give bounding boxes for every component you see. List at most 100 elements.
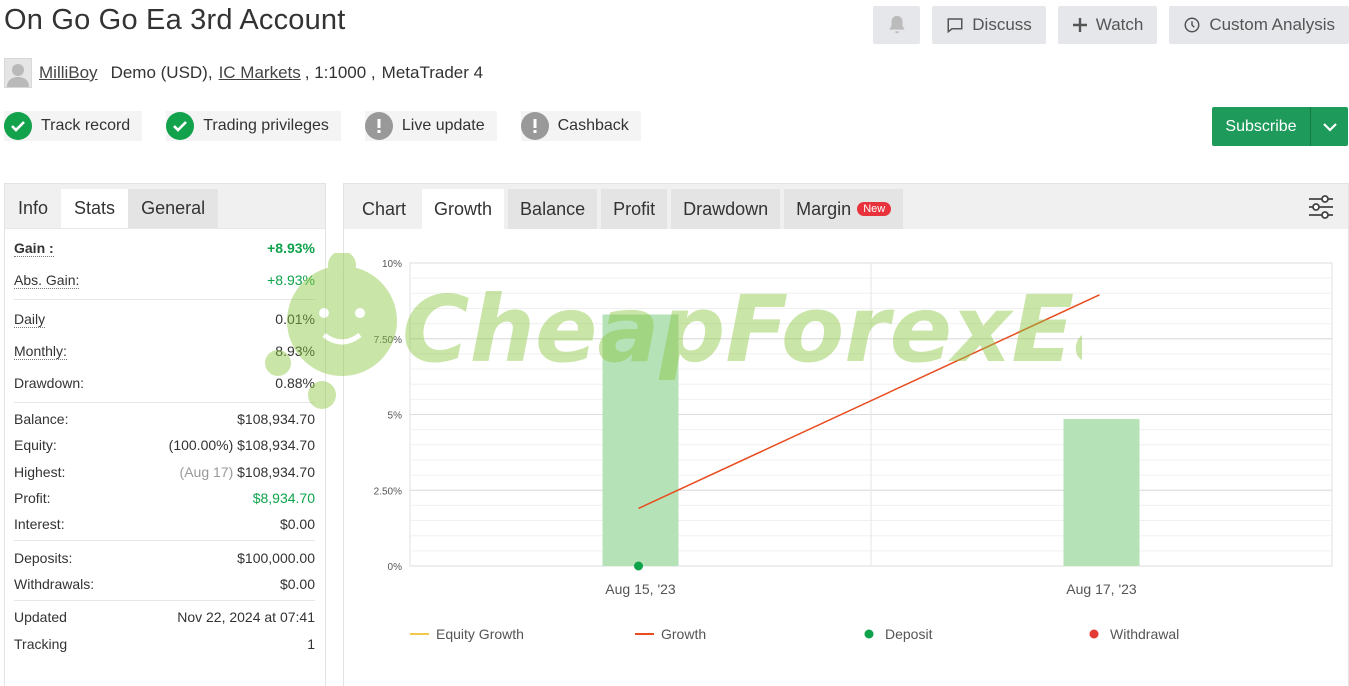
badge-live-update[interactable]: Live update — [364, 111, 497, 141]
chevron-down-icon[interactable] — [1310, 107, 1348, 146]
stat-row: Equity: (100.00%) $108,934.70 — [14, 432, 315, 458]
gain-label[interactable]: Gain : — [14, 240, 54, 257]
notify-button[interactable] — [873, 6, 921, 44]
deposits-label: Deposits: — [14, 549, 73, 566]
badge-label: Track record — [41, 117, 131, 134]
deposits-value: $100,000.00 — [237, 549, 315, 566]
leverage: , 1:1000 , — [304, 63, 376, 82]
highest-label: Highest: — [14, 463, 66, 480]
rate-group: Daily 0.01% Monthly: 8.93% Drawdown: 0.8… — [14, 300, 315, 403]
stat-row: Profit: $8,934.70 — [14, 485, 315, 511]
tab-margin[interactable]: Margin New — [784, 189, 904, 229]
badge-cashback[interactable]: Cashback — [520, 111, 641, 141]
tab-general[interactable]: General — [128, 189, 219, 228]
stats-panel: Info Stats General Gain : +8.93% Abs. Ga… — [4, 183, 326, 686]
stat-row: Monthly: 8.93% — [14, 335, 315, 367]
tab-profit[interactable]: Profit — [601, 189, 668, 229]
margin-label: Margin — [796, 198, 852, 219]
daily-label[interactable]: Daily — [14, 311, 46, 328]
custom-analysis-button[interactable]: Custom Analysis — [1169, 6, 1349, 44]
monthly-label[interactable]: Monthly: — [14, 343, 67, 360]
custom-analysis-label: Custom Analysis — [1209, 15, 1335, 34]
avatar[interactable] — [4, 58, 32, 88]
chart-tabs: Chart Growth Balance Profit Drawdown Mar… — [344, 184, 1348, 229]
highest-date: (Aug 17) — [179, 463, 234, 480]
deposit-group: Deposits: $100,000.00 Withdrawals: $0.00 — [14, 541, 315, 602]
bar — [1063, 419, 1140, 566]
legend-dot — [1089, 629, 1099, 639]
withdrawals-label: Withdrawals: — [14, 575, 95, 592]
x-tick-label: Aug 17, '23 — [1066, 581, 1137, 597]
check-icon — [166, 112, 195, 140]
discuss-label: Discuss — [972, 15, 1032, 34]
deposit-point — [634, 561, 643, 571]
equity-pct: (100.00%) — [168, 437, 234, 454]
drawdown-label: Drawdown: — [14, 375, 85, 391]
comment-icon — [947, 18, 963, 34]
balance-value: $108,934.70 — [237, 411, 315, 428]
stat-row: Interest: $0.00 — [14, 511, 315, 537]
profit-value: $8,934.70 — [252, 490, 315, 507]
plus-icon — [1072, 18, 1087, 32]
bar — [602, 314, 679, 566]
stat-row: Updated Nov 22, 2024 at 07:41 — [14, 604, 315, 630]
growth-chart: 0% 2.50% 5% 7.50% 10% Aug 15, '23 Aug 17, '23 E… — [374, 259, 1333, 642]
equity-label: Equity: — [14, 437, 57, 454]
legend-label: Deposit — [885, 626, 933, 642]
balance-label: Balance: — [14, 411, 69, 428]
stats-tabs: Info Stats General — [5, 184, 325, 229]
clock-icon — [1184, 17, 1200, 33]
stat-row: Abs. Gain: +8.93% — [14, 264, 315, 296]
tab-info[interactable]: Info — [5, 189, 61, 228]
abs-gain-label[interactable]: Abs. Gain: — [14, 272, 80, 289]
y-tick-label: 10% — [382, 259, 402, 270]
y-tick-label: 2.50% — [374, 486, 402, 497]
badge-label: Cashback — [557, 117, 629, 134]
stat-row: Gain : +8.93% — [14, 232, 315, 264]
abs-gain-value: +8.93% — [267, 272, 315, 288]
badge-track-record[interactable]: Track record — [4, 111, 143, 141]
sliders-icon — [1309, 195, 1333, 219]
stat-row: Withdrawals: $0.00 — [14, 571, 315, 597]
stat-row: Deposits: $100,000.00 — [14, 544, 315, 570]
badge-label: Live update — [401, 117, 485, 134]
watch-label: Watch — [1095, 15, 1144, 34]
badge-label: Trading privileges — [203, 117, 329, 134]
stat-row: Highest: (Aug 17) $108,934.70 — [14, 459, 315, 485]
updated-value: Nov 22, 2024 at 07:41 — [177, 609, 315, 626]
profit-label: Profit: — [14, 490, 51, 507]
broker-link[interactable]: IC Markets — [219, 63, 301, 83]
gain-group: Gain : +8.93% Abs. Gain: +8.93% — [14, 229, 315, 300]
page-title: On Go Go Ea 3rd Account — [4, 4, 346, 36]
verification-badges: Track record Trading privileges Live upd… — [4, 111, 641, 141]
highest-value-wrap: (Aug 17) $108,934.70 — [180, 464, 315, 480]
badge-trading-privileges[interactable]: Trading privileges — [166, 111, 341, 141]
chart-panel: Chart Growth Balance Profit Drawdown Mar… — [343, 183, 1349, 686]
equity-value: $108,934.70 — [237, 437, 315, 454]
tab-drawdown[interactable]: Drawdown — [671, 189, 781, 229]
user-link[interactable]: MilliBoy — [39, 63, 98, 83]
tracking-value: 1 — [307, 635, 315, 652]
withdrawals-value: $0.00 — [279, 575, 315, 592]
balance-group: Balance: $108,934.70 Equity: (100.00%) $… — [14, 403, 315, 542]
tab-stats[interactable]: Stats — [61, 189, 129, 228]
subscribe-button[interactable]: Subscribe — [1212, 107, 1348, 146]
chart-settings-button[interactable] — [1308, 194, 1334, 225]
gain-value: +8.93% — [267, 240, 315, 256]
stat-row: Daily 0.01% — [14, 303, 315, 335]
tab-chart[interactable]: Chart — [350, 189, 418, 229]
highest-value: $108,934.70 — [237, 463, 315, 480]
discuss-button[interactable]: Discuss — [932, 6, 1046, 44]
updated-label: Updated — [14, 609, 67, 626]
subscribe-label: Subscribe — [1225, 117, 1297, 135]
tab-balance[interactable]: Balance — [508, 189, 598, 229]
monthly-value: 8.93% — [275, 343, 315, 359]
tab-growth[interactable]: Growth — [422, 189, 505, 229]
drawdown-value: 0.88% — [275, 375, 315, 391]
interest-value: $0.00 — [279, 516, 315, 533]
interest-label: Interest: — [14, 516, 65, 533]
stats-list: Gain : +8.93% Abs. Gain: +8.93% Daily 0.… — [5, 229, 325, 660]
stat-row: Tracking 1 — [14, 630, 315, 656]
tracking-label: Tracking — [14, 635, 68, 652]
watch-button[interactable]: Watch — [1057, 6, 1158, 44]
